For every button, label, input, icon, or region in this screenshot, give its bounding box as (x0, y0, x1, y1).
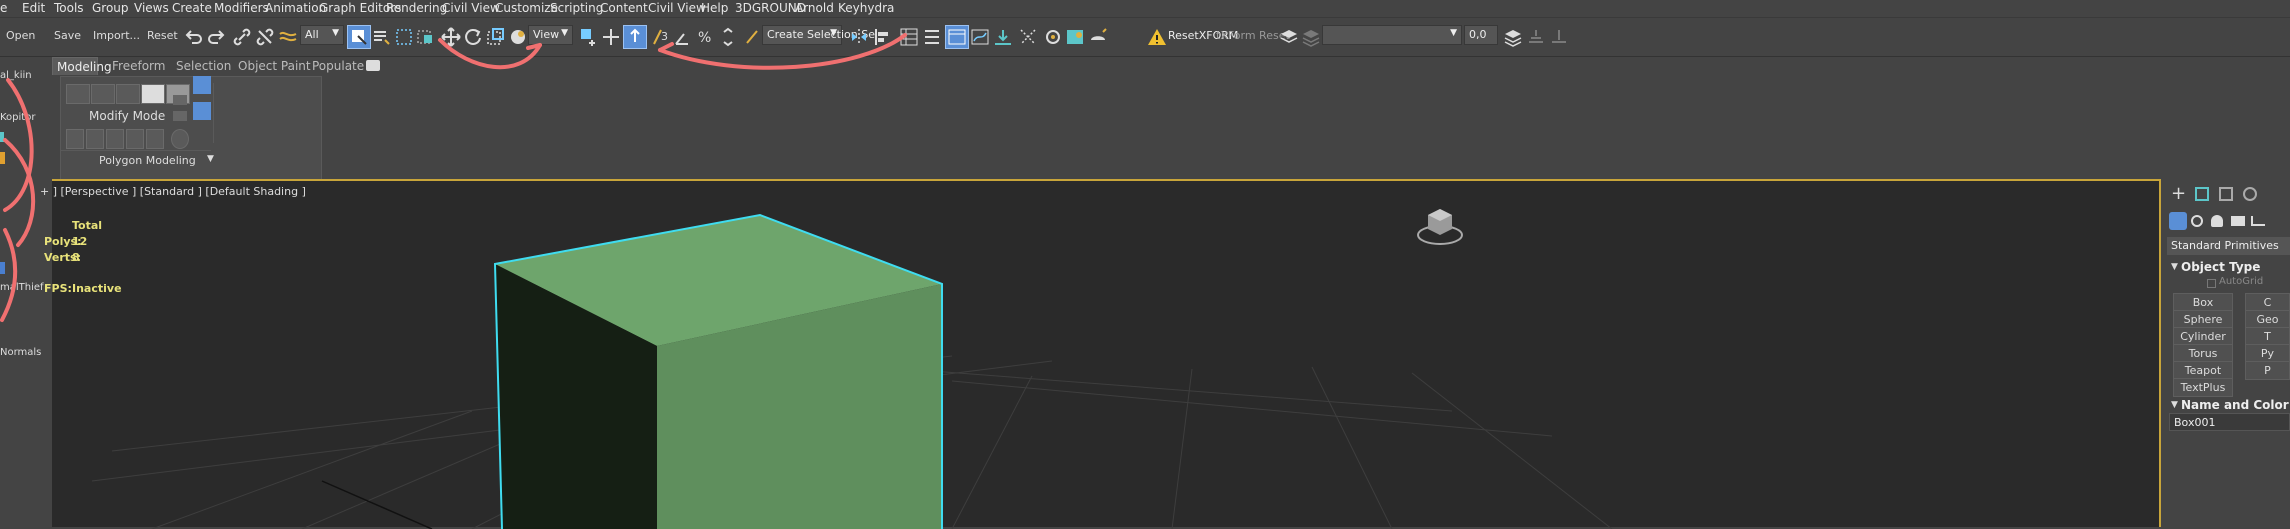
annotation-overlay (0, 33, 907, 322)
